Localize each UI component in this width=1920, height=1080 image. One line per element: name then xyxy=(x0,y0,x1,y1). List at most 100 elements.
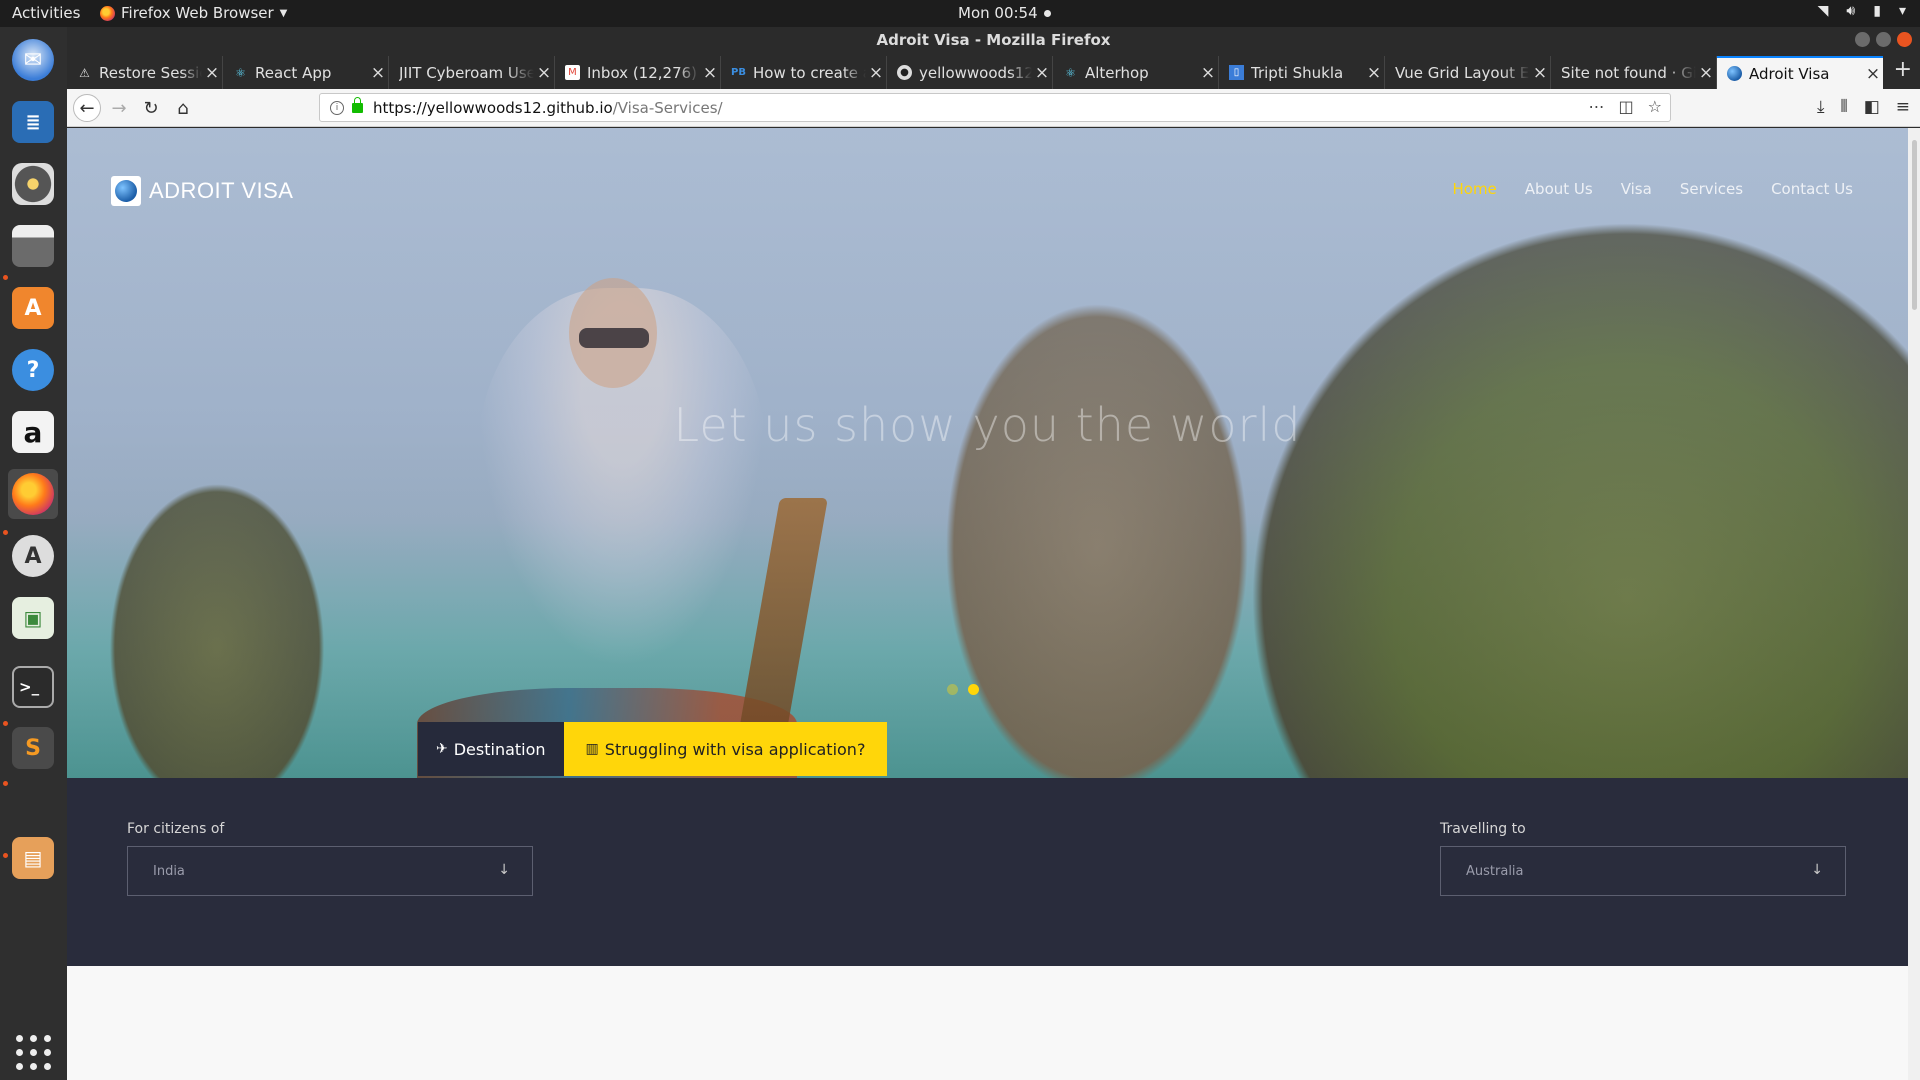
archive-launcher[interactable]: ▤ xyxy=(8,833,58,883)
building-icon: ▥ xyxy=(585,741,599,757)
menu-icon[interactable]: ≡ xyxy=(1896,97,1910,117)
citizens-select[interactable]: India ↓ xyxy=(127,846,533,896)
files-launcher[interactable] xyxy=(8,221,58,271)
tab-label: How to create a xyxy=(753,63,866,82)
clock[interactable]: Mon 00:54 xyxy=(958,4,1051,22)
maximize-button[interactable] xyxy=(1876,32,1891,47)
library-icon[interactable]: ⫴ xyxy=(1841,97,1848,117)
page-scrollbar-thumb[interactable] xyxy=(1912,140,1917,310)
arrow-down-icon: ↓ xyxy=(498,862,510,878)
nav-toolbar: ← → ↻ ⌂ i https://yellowwoods12.github.i… xyxy=(67,89,1920,127)
carousel-dot[interactable] xyxy=(947,684,958,695)
tab-close-icon[interactable]: × xyxy=(866,63,886,83)
amazon-launcher[interactable]: a xyxy=(8,407,58,457)
tray-caret-icon[interactable]: ▾ xyxy=(1899,3,1906,19)
back-button[interactable]: ← xyxy=(73,94,101,122)
rhythmbox-icon xyxy=(12,163,54,205)
tab-close-icon[interactable]: × xyxy=(1198,63,1218,83)
notification-dot-icon xyxy=(1043,9,1051,17)
tab-yellowwoods12[interactable]: ● yellowwoods12 × xyxy=(887,56,1053,89)
downloads-icon[interactable]: ⤓ xyxy=(1817,97,1825,117)
tab-close-icon[interactable]: × xyxy=(1863,64,1883,84)
software-launcher[interactable]: A xyxy=(8,283,58,333)
running-indicator-icon xyxy=(3,781,8,786)
brand-logo-link[interactable]: ADROIT VISA xyxy=(111,176,293,206)
terminal-launcher[interactable]: >_ xyxy=(8,662,58,712)
carousel-dot-active[interactable] xyxy=(968,684,979,695)
tab-label: yellowwoods12 xyxy=(919,63,1032,82)
tab-tripti-shukla[interactable]: ▯ Tripti Shukla × xyxy=(1219,56,1385,89)
arrow-down-icon: ↓ xyxy=(1811,862,1823,878)
running-indicator-icon xyxy=(3,721,8,726)
nav-visa[interactable]: Visa xyxy=(1621,180,1652,198)
updater-launcher[interactable]: A xyxy=(8,531,58,581)
activities-button[interactable]: Activities xyxy=(12,4,80,22)
sublime-launcher[interactable]: S xyxy=(8,723,58,773)
battery-icon[interactable]: ▮ xyxy=(1873,3,1881,19)
url-actions: ⋯ ◫ ☆ xyxy=(1589,97,1662,116)
help-launcher[interactable]: ? xyxy=(8,345,58,395)
tab-react-app[interactable]: ⚛ React App × xyxy=(223,56,389,89)
tab-close-icon[interactable]: × xyxy=(700,63,720,83)
github-icon: ● xyxy=(897,65,912,80)
wifi-icon[interactable]: ◥ xyxy=(1818,3,1829,19)
archive-manager-icon: ▤ xyxy=(12,837,54,879)
writer-icon: ≣ xyxy=(12,101,54,143)
thunderbird-launcher[interactable]: ✉ xyxy=(8,35,58,85)
minimize-button[interactable] xyxy=(1855,32,1870,47)
tab-close-icon[interactable]: × xyxy=(1032,63,1052,83)
tab-alterhop[interactable]: ⚛ Alterhop × xyxy=(1053,56,1219,89)
tab-close-icon[interactable]: × xyxy=(534,63,554,83)
visa-help-tab[interactable]: ▥ Struggling with visa application? xyxy=(563,722,888,776)
tab-adroit-visa[interactable]: Adroit Visa × xyxy=(1717,56,1883,89)
bookmark-star-icon[interactable]: ☆ xyxy=(1648,97,1662,116)
lock-icon[interactable] xyxy=(352,96,363,113)
tab-label: Inbox (12,276) - xyxy=(587,63,700,82)
tab-close-icon[interactable]: × xyxy=(1364,63,1384,83)
files-icon xyxy=(12,225,54,267)
hero-tabs: ✈ Destination ▥ Struggling with visa app… xyxy=(418,722,888,776)
dock: ✉ ≣ A ? a A ▣ >_ S ▤ xyxy=(0,27,67,1080)
nav-contact-us[interactable]: Contact Us xyxy=(1771,180,1853,198)
reload-button[interactable]: ↻ xyxy=(137,94,165,122)
tab-vue-grid-layout[interactable]: Vue Grid Layout Ex × xyxy=(1385,56,1551,89)
sidebar-icon[interactable]: ◧ xyxy=(1864,97,1880,117)
tab-inbox[interactable]: M Inbox (12,276) - × xyxy=(555,56,721,89)
home-button[interactable]: ⌂ xyxy=(169,94,197,122)
nav-services[interactable]: Services xyxy=(1680,180,1743,198)
tab-site-not-found[interactable]: Site not found · Git × xyxy=(1551,56,1717,89)
new-tab-button[interactable]: + xyxy=(1894,57,1912,82)
url-bar[interactable]: i https://yellowwoods12.github.io/Visa-S… xyxy=(319,93,1671,122)
forward-button[interactable]: → xyxy=(105,94,133,122)
nav-home[interactable]: Home xyxy=(1452,180,1496,198)
gmail-icon: M xyxy=(565,65,580,80)
system-tray[interactable]: ◥ 🔊︎ ▮ ▾ xyxy=(1818,3,1906,19)
tab-restore-session[interactable]: ⚠ Restore Session × xyxy=(67,56,223,89)
firefox-icon xyxy=(100,5,115,21)
tab-close-icon[interactable]: × xyxy=(368,63,388,83)
tab-label: JIIT Cyberoam User xyxy=(399,63,534,82)
travelling-select[interactable]: Australia ↓ xyxy=(1440,846,1846,896)
caret-down-icon: ▼ xyxy=(279,7,288,19)
tab-close-icon[interactable]: × xyxy=(1530,63,1550,83)
warning-icon: ⚠ xyxy=(79,65,90,80)
rhythmbox-launcher[interactable] xyxy=(8,159,58,209)
close-window-button[interactable] xyxy=(1897,32,1912,47)
nav-about-us[interactable]: About Us xyxy=(1525,180,1593,198)
hero-photo-sunglasses xyxy=(579,328,649,348)
show-applications-button[interactable] xyxy=(8,1027,58,1077)
page-actions-icon[interactable]: ⋯ xyxy=(1589,97,1605,116)
site-info-icon[interactable]: i xyxy=(330,100,344,115)
writer-launcher[interactable]: ≣ xyxy=(8,97,58,147)
volume-icon[interactable]: 🔊︎ xyxy=(1846,3,1855,19)
software-updater-icon: A xyxy=(12,535,54,577)
tab-close-icon[interactable]: × xyxy=(202,63,222,83)
pocket-icon[interactable]: ◫ xyxy=(1619,97,1634,116)
tab-jiit-cyberoam[interactable]: JIIT Cyberoam User × xyxy=(389,56,555,89)
image-viewer-launcher[interactable]: ▣ xyxy=(8,593,58,643)
app-menu[interactable]: Firefox Web Browser ▼ xyxy=(100,4,287,22)
firefox-launcher[interactable] xyxy=(8,469,58,519)
tab-how-to-create[interactable]: PB How to create a × xyxy=(721,56,887,89)
destination-tab[interactable]: ✈ Destination xyxy=(418,722,564,776)
tab-close-icon[interactable]: × xyxy=(1696,63,1716,83)
